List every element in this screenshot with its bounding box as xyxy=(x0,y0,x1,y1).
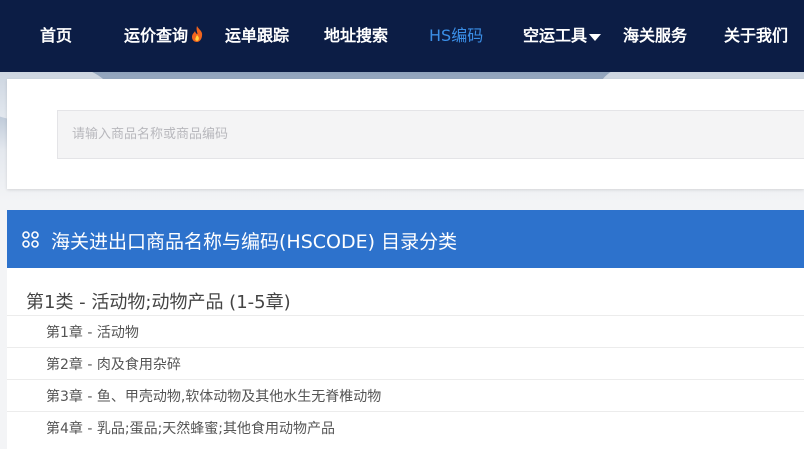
nav-item-label: 运价查询 xyxy=(124,26,189,45)
nav-item-about-us[interactable]: 关于我们 xyxy=(724,0,788,72)
nav-item-home[interactable]: 首页 xyxy=(40,0,72,72)
catalog-header: 海关进出口商品名称与编码(HSCODE) 目录分类 xyxy=(7,210,804,268)
chapter-link[interactable]: 第3章 - 鱼、甲壳动物,软体动物及其他水生无脊椎动物 xyxy=(46,386,381,406)
list-item: 第3章 - 鱼、甲壳动物,软体动物及其他水生无脊椎动物 xyxy=(7,379,804,411)
nav-item-label: HS编码 xyxy=(429,26,484,45)
nav-item-label: 海关服务 xyxy=(623,26,688,45)
nav-item-freight-rates[interactable]: 运价查询 xyxy=(124,0,204,72)
nav-item-hs-code[interactable]: HS编码 xyxy=(429,0,483,72)
list-item: 第2章 - 肉及食用杂碎 xyxy=(7,347,804,379)
catalog-title: 海关进出口商品名称与编码(HSCODE) 目录分类 xyxy=(51,231,458,253)
grid-icon xyxy=(22,231,39,252)
top-navbar: 首页 运价查询 运单跟踪 地址搜索 HS编码 空运工具 海关服务 关于我们 xyxy=(0,0,804,72)
nav-item-label: 运单跟踪 xyxy=(225,26,290,45)
flame-icon xyxy=(190,1,204,73)
caret-down-icon xyxy=(589,1,602,73)
nav-item-air-tools[interactable]: 空运工具 xyxy=(523,0,602,73)
nav-item-customs-services[interactable]: 海关服务 xyxy=(623,0,687,72)
list-item: 第1章 - 活动物 xyxy=(7,315,804,347)
list-item: 第4章 - 乳品;蛋品;天然蜂蜜;其他食用动物产品 xyxy=(7,411,804,443)
catalog-list: 第1类 - 活动物;动物产品 (1-5章) 第1章 - 活动物 第2章 - 肉及… xyxy=(7,268,804,449)
nav-item-address-search[interactable]: 地址搜索 xyxy=(324,0,388,72)
chapter-link[interactable]: 第1章 - 活动物 xyxy=(46,322,139,342)
chapter-link[interactable]: 第2章 - 肉及食用杂碎 xyxy=(46,354,181,374)
nav-item-label: 地址搜索 xyxy=(324,26,389,45)
nav-item-label: 首页 xyxy=(40,26,73,45)
nav-item-label: 空运工具 xyxy=(523,26,588,45)
search-input[interactable] xyxy=(57,110,804,159)
nav-item-label: 关于我们 xyxy=(724,26,789,45)
search-panel xyxy=(7,79,804,189)
nav-item-waybill-tracking[interactable]: 运单跟踪 xyxy=(225,0,289,72)
section-title[interactable]: 第1类 - 活动物;动物产品 (1-5章) xyxy=(26,288,291,314)
chapter-link[interactable]: 第4章 - 乳品;蛋品;天然蜂蜜;其他食用动物产品 xyxy=(46,418,335,438)
